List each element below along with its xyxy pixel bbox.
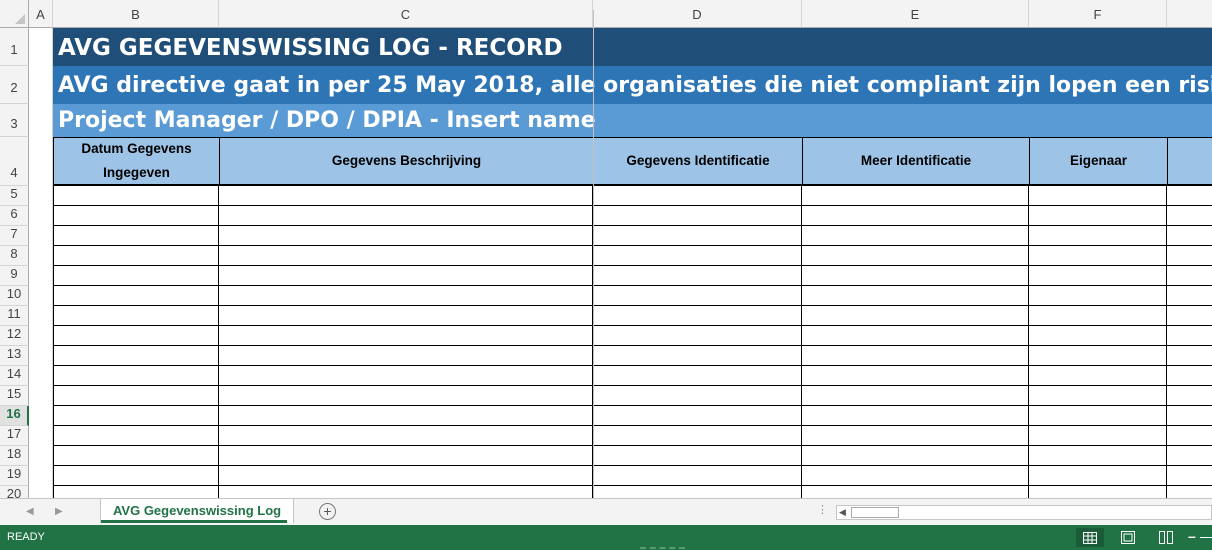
row-header-3[interactable]: 3: [0, 104, 29, 137]
select-all-corner[interactable]: [0, 0, 29, 28]
column-border: [801, 186, 802, 498]
row-border: [53, 325, 1212, 326]
status-ready-text: READY: [7, 531, 45, 543]
row-header-15[interactable]: 15: [0, 386, 29, 406]
header-next-column[interactable]: [1167, 137, 1212, 186]
plus-circle-icon[interactable]: +: [319, 503, 336, 520]
row-border: [53, 345, 1212, 346]
horizontal-scrollbar[interactable]: ◀: [836, 505, 1212, 520]
row-header-6[interactable]: 6: [0, 206, 29, 226]
status-divider: [640, 547, 685, 549]
column-border: [53, 186, 54, 498]
scroll-left-arrow-icon[interactable]: ◀: [839, 506, 846, 519]
column-header-c[interactable]: C: [219, 0, 593, 28]
column-border: [218, 186, 219, 498]
row-border: [53, 365, 1212, 366]
column-header-f[interactable]: F: [1029, 0, 1167, 28]
column-border: [1028, 186, 1029, 498]
tab-split-handle[interactable]: ⋮: [817, 503, 828, 516]
row-header-5[interactable]: 5: [0, 186, 29, 206]
row-border: [53, 465, 1212, 466]
row-header-4[interactable]: 4: [0, 137, 29, 186]
header-datum-gegevens-ingegeven[interactable]: Datum Gegevens Ingegeven: [53, 137, 219, 186]
row-border: [53, 385, 1212, 386]
row-header-1[interactable]: 1: [0, 28, 29, 66]
row-header-13[interactable]: 13: [0, 346, 29, 366]
header-gegevens-identificatie[interactable]: Gegevens Identificatie: [593, 137, 802, 186]
row-border: [53, 485, 1212, 486]
subtitle-banner[interactable]: AVG directive gaat in per 25 May 2018, a…: [53, 66, 1212, 104]
normal-view-icon[interactable]: [1076, 528, 1104, 547]
row-border: [53, 305, 1212, 306]
title-banner[interactable]: AVG GEGEVENSWISSING LOG - RECORD: [53, 28, 1212, 66]
header-meer-identificatie[interactable]: Meer Identificatie: [802, 137, 1029, 186]
row-header-16-active[interactable]: 16: [0, 406, 29, 426]
row-border: [53, 205, 1212, 206]
active-tab-underline: [101, 520, 287, 523]
row-header-12[interactable]: 12: [0, 326, 29, 346]
column-a-cells[interactable]: [29, 28, 53, 498]
row-header-14[interactable]: 14: [0, 366, 29, 386]
row-header-20[interactable]: 20: [0, 486, 29, 498]
zoom-out-button[interactable]: –: [1188, 528, 1196, 544]
row-border: [53, 245, 1212, 246]
row-header-2[interactable]: 2: [0, 66, 29, 104]
sheet-tab-bar: ◀ ▶ AVG Gegevenswissing Log + ⋮ ◀: [0, 498, 1212, 525]
column-border: [1166, 186, 1167, 498]
row-header-9[interactable]: 9: [0, 266, 29, 286]
column-header-e[interactable]: E: [802, 0, 1029, 28]
row-border: [53, 405, 1212, 406]
column-header-d[interactable]: D: [593, 0, 802, 28]
row-header-18[interactable]: 18: [0, 446, 29, 466]
freeze-pane-divider: [593, 10, 594, 498]
row-header-11[interactable]: 11: [0, 306, 29, 326]
row-border: [53, 445, 1212, 446]
row-border: [53, 425, 1212, 426]
page-layout-view-icon[interactable]: [1114, 528, 1142, 547]
scroll-tabs-right-icon[interactable]: ▶: [55, 506, 63, 517]
row-header-17[interactable]: 17: [0, 426, 29, 446]
status-bar: READY –: [0, 525, 1212, 550]
row-header-19[interactable]: 19: [0, 466, 29, 486]
row-border: [53, 225, 1212, 226]
row-border: [53, 265, 1212, 266]
column-header-a[interactable]: A: [29, 0, 53, 28]
row-header-7[interactable]: 7: [0, 226, 29, 246]
column-header-b[interactable]: B: [53, 0, 219, 28]
page-break-preview-icon[interactable]: [1152, 528, 1180, 547]
column-header-g[interactable]: [1167, 0, 1212, 28]
header-gegevens-beschrijving[interactable]: Gegevens Beschrijving: [219, 137, 593, 186]
row-border: [53, 285, 1212, 286]
scrollbar-thumb[interactable]: [851, 507, 899, 518]
row-header-10[interactable]: 10: [0, 286, 29, 306]
row-header-8[interactable]: 8: [0, 246, 29, 266]
zoom-slider[interactable]: [1200, 537, 1212, 538]
manager-banner[interactable]: Project Manager / DPO / DPIA - Insert na…: [53, 104, 1212, 137]
scroll-tabs-left-icon[interactable]: ◀: [26, 506, 34, 517]
header-eigenaar[interactable]: Eigenaar: [1029, 137, 1167, 186]
spreadsheet-grid[interactable]: A B C D E F 1 2 3 4 5 6 7 8 9 10 11 12 1…: [0, 0, 1212, 498]
